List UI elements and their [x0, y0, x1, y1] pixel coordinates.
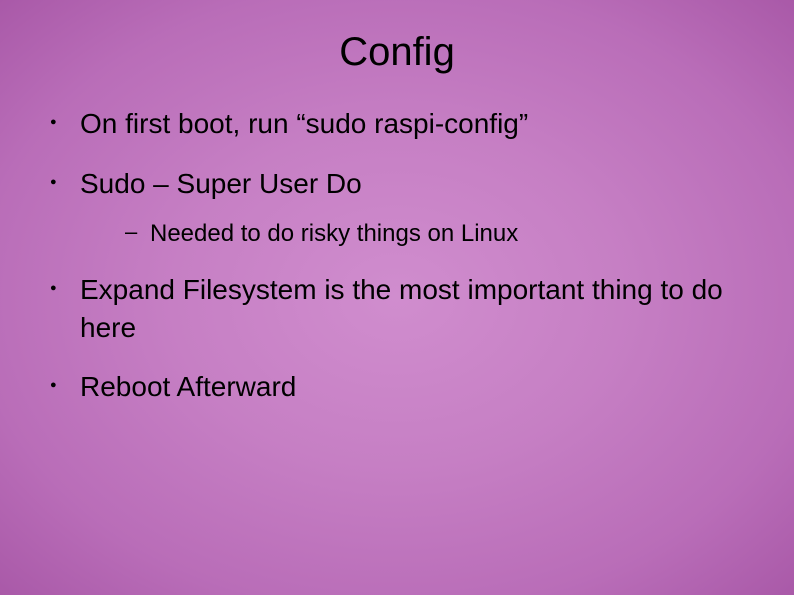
sub-list-item: Needed to do risky things on Linux [80, 218, 754, 249]
bullet-text: On first boot, run “sudo raspi-config” [80, 108, 528, 139]
slide-title: Config [40, 30, 754, 75]
list-item: On first boot, run “sudo raspi-config” [40, 105, 754, 143]
sub-bullet-text: Needed to do risky things on Linux [150, 220, 518, 247]
slide: Config On first boot, run “sudo raspi-co… [0, 0, 794, 595]
bullet-text: Expand Filesystem is the most important … [80, 274, 723, 343]
sub-list: Needed to do risky things on Linux [80, 218, 754, 249]
main-list: On first boot, run “sudo raspi-config” S… [40, 105, 754, 406]
bullet-text: Sudo – Super User Do [80, 168, 362, 199]
bullet-text: Reboot Afterward [80, 371, 296, 402]
list-item: Expand Filesystem is the most important … [40, 271, 754, 347]
slide-content: On first boot, run “sudo raspi-config” S… [40, 105, 754, 406]
list-item: Sudo – Super User Do Needed to do risky … [40, 165, 754, 249]
list-item: Reboot Afterward [40, 368, 754, 406]
